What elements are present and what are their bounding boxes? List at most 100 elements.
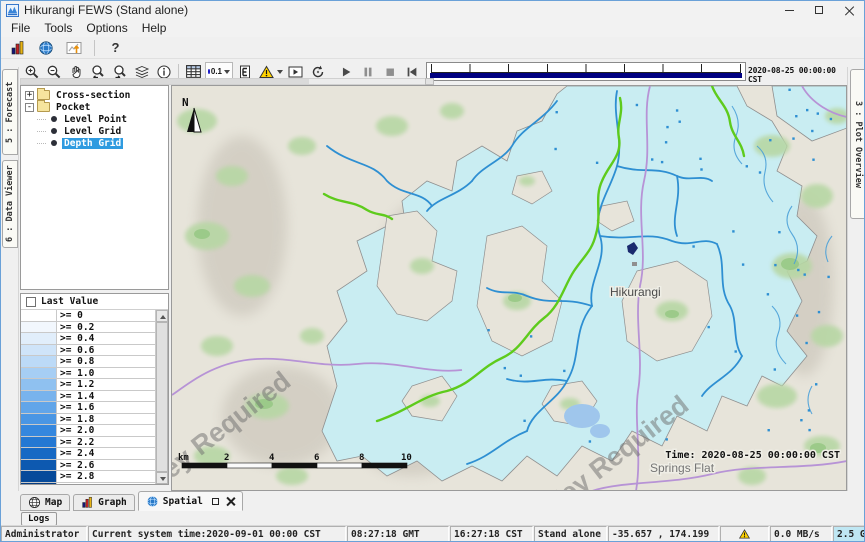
legend-row[interactable]: >= 1.4 bbox=[21, 391, 168, 403]
map-display-button[interactable] bbox=[35, 37, 56, 58]
legend-color-swatch bbox=[21, 322, 57, 333]
legend-row[interactable]: >= 3.0 bbox=[21, 483, 168, 485]
tab-map[interactable]: Map bbox=[20, 494, 70, 511]
legend-threshold-label: >= 2.4 bbox=[57, 448, 94, 459]
legend-threshold-label: >= 0.6 bbox=[57, 345, 94, 356]
menu-tools[interactable]: Tools bbox=[37, 20, 79, 36]
tree-connector-line bbox=[37, 119, 46, 120]
map-canvas[interactable]: API Key Required API Key Required Hikura… bbox=[171, 85, 847, 491]
legend-row[interactable]: >= 1.6 bbox=[21, 402, 168, 414]
explorer-button[interactable] bbox=[7, 37, 28, 58]
title-bar[interactable]: Hikurangi FEWS (Stand alone) bbox=[1, 1, 864, 19]
legend-color-swatch bbox=[21, 425, 57, 436]
status-coordinates: -35.657 , 174.199 bbox=[608, 526, 719, 542]
chevron-down-icon bbox=[277, 70, 283, 74]
tree-item-level-point[interactable]: Level Point bbox=[21, 113, 168, 125]
bar-chart-icon bbox=[10, 40, 26, 56]
maximize-button[interactable] bbox=[804, 1, 834, 19]
legend-row[interactable]: >= 0.8 bbox=[21, 356, 168, 368]
help-button[interactable]: ? bbox=[105, 37, 126, 58]
svg-text:N: N bbox=[182, 96, 189, 109]
time-series-button[interactable] bbox=[63, 37, 84, 58]
legend-color-swatch bbox=[21, 310, 57, 321]
left-tab-strip: 5 : Forecast 6 : Data Viewer bbox=[1, 67, 19, 491]
tab-plot-overview[interactable]: 3 : Plot Overview bbox=[850, 69, 865, 219]
minimize-button[interactable] bbox=[774, 1, 804, 19]
tree-item-depth-grid[interactable]: Depth Grid bbox=[21, 137, 168, 149]
status-bar: Administrator Current system time:2020-0… bbox=[1, 525, 865, 541]
legend-row[interactable]: >= 0.6 bbox=[21, 345, 168, 357]
legend-scrollbar-thumb[interactable] bbox=[156, 322, 168, 472]
tree-item-label: Cross-section bbox=[54, 90, 132, 101]
tab-forecast[interactable]: 5 : Forecast bbox=[2, 69, 18, 155]
status-local-time: 16:27:18 CST bbox=[450, 526, 533, 542]
legend-row[interactable]: >= 1.2 bbox=[21, 379, 168, 391]
map-label-hikurangi: Hikurangi bbox=[610, 285, 661, 299]
toolbar-scrollbar[interactable] bbox=[20, 78, 434, 85]
globe-icon bbox=[38, 40, 54, 56]
legend-threshold-label: >= 0.2 bbox=[57, 322, 94, 333]
toolbar-scroll-left-button[interactable] bbox=[425, 78, 434, 85]
menu-help[interactable]: Help bbox=[135, 20, 174, 36]
scroll-up-button[interactable] bbox=[156, 310, 168, 322]
warning-icon bbox=[738, 528, 751, 540]
last-value-checkbox[interactable] bbox=[26, 297, 36, 307]
expand-icon[interactable]: + bbox=[25, 91, 34, 100]
toolbar-scrollbar-thumb[interactable] bbox=[21, 79, 309, 84]
time-slider-ticks bbox=[431, 64, 741, 73]
legend-row[interactable]: >= 1.8 bbox=[21, 414, 168, 426]
legend-row[interactable]: >= 0.4 bbox=[21, 333, 168, 345]
close-panel-button[interactable] bbox=[226, 497, 235, 506]
tree-item-label: Level Point bbox=[62, 114, 129, 125]
tree-item-label: Pocket bbox=[54, 102, 92, 113]
application-window: Hikurangi FEWS (Stand alone) FileToolsOp… bbox=[0, 0, 865, 542]
legend-row[interactable]: >= 2.6 bbox=[21, 460, 168, 472]
legend-color-swatch bbox=[21, 402, 57, 413]
legend-threshold-label: >= 1.4 bbox=[57, 391, 94, 402]
play-icon bbox=[339, 65, 353, 79]
legend-threshold-label: >= 2.2 bbox=[57, 437, 94, 448]
collapse-icon[interactable]: - bbox=[25, 103, 34, 112]
time-slider-range-bar bbox=[430, 73, 742, 78]
main-toolbar: ? bbox=[1, 37, 864, 59]
toolbar-separator bbox=[94, 40, 95, 56]
legend-color-swatch bbox=[21, 483, 57, 485]
scroll-down-button[interactable] bbox=[156, 472, 168, 484]
legend-scrollbar[interactable] bbox=[155, 310, 168, 484]
tab-graph[interactable]: Graph bbox=[73, 494, 135, 511]
menu-file[interactable]: File bbox=[4, 20, 37, 36]
close-button[interactable] bbox=[834, 1, 864, 19]
map-label-springs-flat: Springs Flat bbox=[650, 461, 715, 475]
globe-icon bbox=[146, 495, 159, 508]
node-bullet-icon bbox=[51, 116, 57, 122]
legend-color-swatch bbox=[21, 345, 57, 356]
logs-button[interactable]: Logs bbox=[21, 512, 57, 526]
help-icon: ? bbox=[112, 40, 120, 55]
svg-text:6: 6 bbox=[314, 453, 319, 463]
menu-options[interactable]: Options bbox=[79, 20, 134, 36]
maximize-panel-button[interactable] bbox=[212, 498, 219, 505]
tree-item-level-grid[interactable]: Level Grid bbox=[21, 125, 168, 137]
legend-color-swatch bbox=[21, 460, 57, 471]
menu-bar: FileToolsOptionsHelp bbox=[1, 19, 864, 37]
status-warning[interactable] bbox=[720, 526, 769, 542]
tree-item-pocket[interactable]: - Pocket bbox=[21, 101, 168, 113]
legend-panel: Last Value >= 0>= 0.2>= 0.4>= 0.6>= 0.8>… bbox=[20, 293, 169, 485]
pause-icon bbox=[361, 65, 375, 79]
legend-row[interactable]: >= 2.2 bbox=[21, 437, 168, 449]
status-system-time: Current system time:2020-09-01 00:00 CST bbox=[88, 526, 346, 542]
legend-row[interactable]: >= 2.8 bbox=[21, 471, 168, 483]
legend-color-swatch bbox=[21, 356, 57, 367]
time-series-chart-icon bbox=[66, 40, 82, 56]
time-slider[interactable] bbox=[426, 62, 746, 81]
tab-spatial[interactable]: Spatial bbox=[138, 491, 243, 511]
legend-color-swatch bbox=[21, 391, 57, 402]
legend-row[interactable]: >= 0 bbox=[21, 310, 168, 322]
map-time-label: Time: 2020-08-25 00:00:00 CST bbox=[665, 449, 840, 461]
legend-row[interactable]: >= 2.0 bbox=[21, 425, 168, 437]
legend-row[interactable]: >= 0.2 bbox=[21, 322, 168, 334]
legend-row[interactable]: >= 1.0 bbox=[21, 368, 168, 380]
tab-data-viewer[interactable]: 6 : Data Viewer bbox=[2, 160, 18, 248]
legend-row[interactable]: >= 2.4 bbox=[21, 448, 168, 460]
status-memory: 2.5 GB bbox=[833, 526, 865, 542]
